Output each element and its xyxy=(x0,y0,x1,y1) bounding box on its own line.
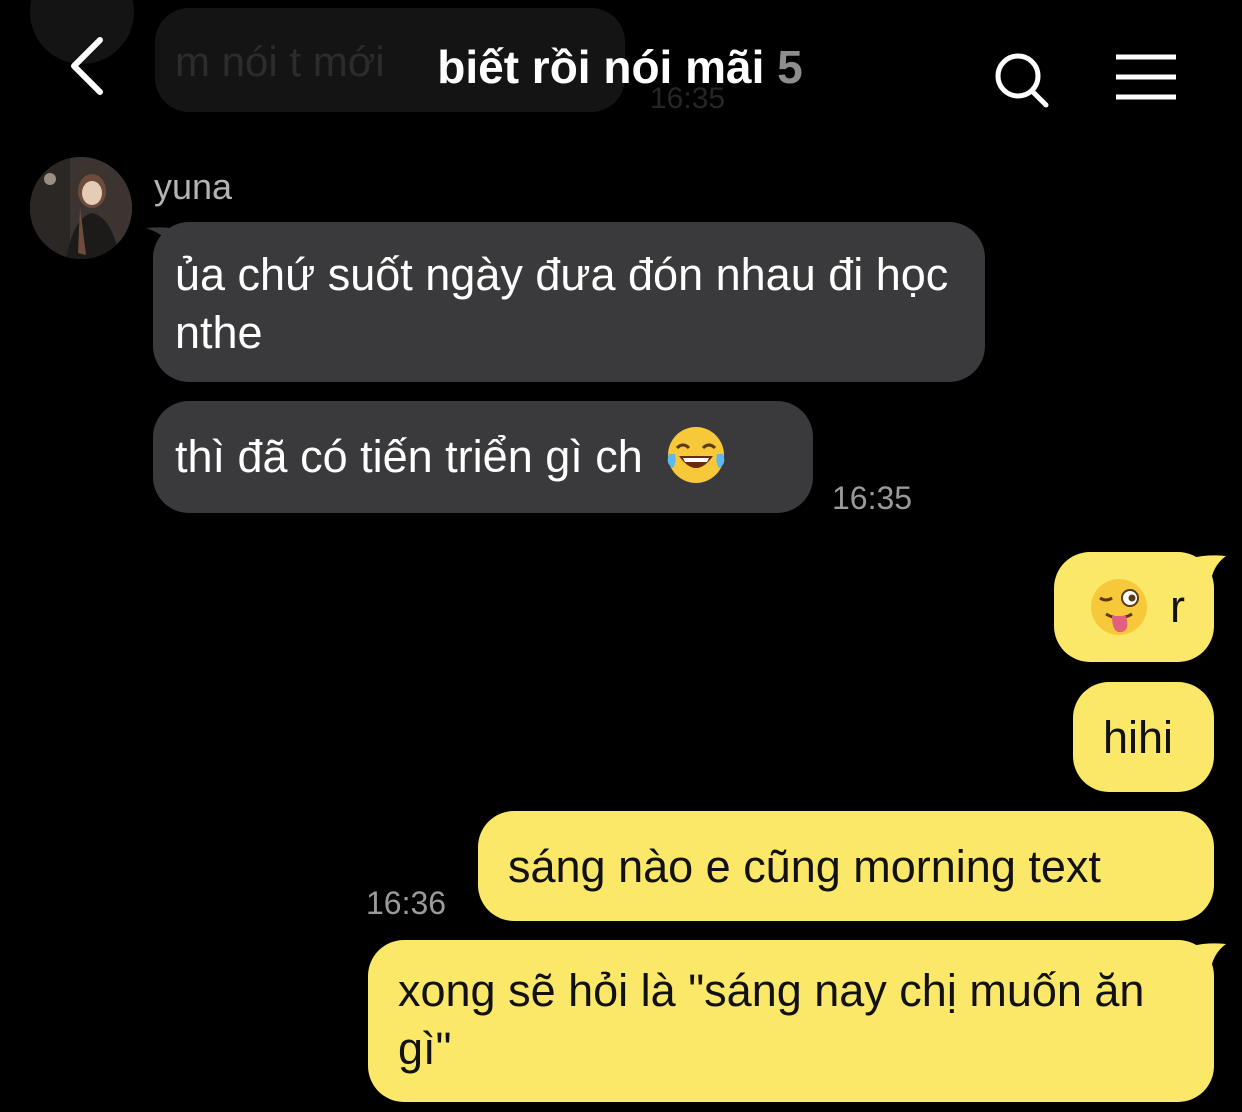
outgoing-message[interactable]: hihi xyxy=(1073,682,1214,792)
message-timestamp: 16:35 xyxy=(832,480,913,516)
incoming-message[interactable]: thì đã có tiến triển gì ch xyxy=(153,401,813,513)
outgoing-message-text: r xyxy=(1170,581,1185,632)
chevron-left-icon xyxy=(71,37,103,95)
outgoing-message[interactable]: xong sẽ hỏi là "sáng nay chị muốn ăn gì" xyxy=(368,940,1214,1102)
outgoing-message[interactable]: r xyxy=(1054,552,1214,662)
winking-tongue-emoji xyxy=(1091,579,1147,635)
chat-title: biết rồi nói mãi 5 xyxy=(300,40,940,94)
laughing-tears-emoji xyxy=(667,427,725,484)
outgoing-message[interactable]: sáng nào e cũng morning text xyxy=(478,811,1214,921)
search-button[interactable] xyxy=(990,50,1054,110)
message-timestamp: 16:36 xyxy=(366,885,447,921)
search-icon xyxy=(995,53,1049,108)
sender-name: yuna xyxy=(154,166,233,207)
avatar[interactable] xyxy=(30,157,132,259)
hamburger-menu-icon xyxy=(1116,54,1176,100)
incoming-message-text: thì đã có tiến triển gì ch xyxy=(175,431,643,482)
chat-title-text: biết rồi nói mãi xyxy=(437,41,765,93)
incoming-message[interactable]: ủa chứ suốt ngày đưa đón nhau đi học nth… xyxy=(153,222,985,382)
member-count: 5 xyxy=(777,41,803,93)
menu-button[interactable] xyxy=(1112,52,1180,102)
back-button[interactable] xyxy=(58,30,118,102)
